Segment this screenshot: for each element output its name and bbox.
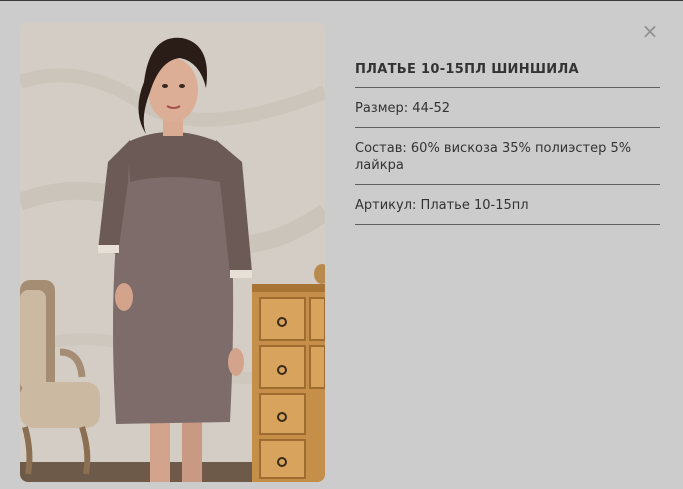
product-modal: × ПЛАТЬЕ 10-15ПЛ ШИНШИЛА Размер: 44-52 С… (0, 1, 683, 489)
product-title: ПЛАТЬЕ 10-15ПЛ ШИНШИЛА (355, 59, 660, 88)
article-label: Артикул: (355, 198, 421, 213)
size-value: 44-52 (412, 101, 451, 116)
composition-label: Состав: (355, 141, 411, 156)
product-info: ПЛАТЬЕ 10-15ПЛ ШИНШИЛА Размер: 44-52 Сос… (355, 59, 660, 225)
article-value: Платье 10-15пл (420, 198, 529, 213)
composition-row: Состав: 60% вискоза 35% полиэстер 5% лай… (355, 128, 660, 185)
article-row: Артикул: Платье 10-15пл (355, 185, 660, 225)
size-label: Размер: (355, 101, 413, 116)
close-icon[interactable]: × (641, 20, 659, 42)
size-row: Размер: 44-52 (355, 88, 660, 128)
product-photo (20, 22, 325, 482)
